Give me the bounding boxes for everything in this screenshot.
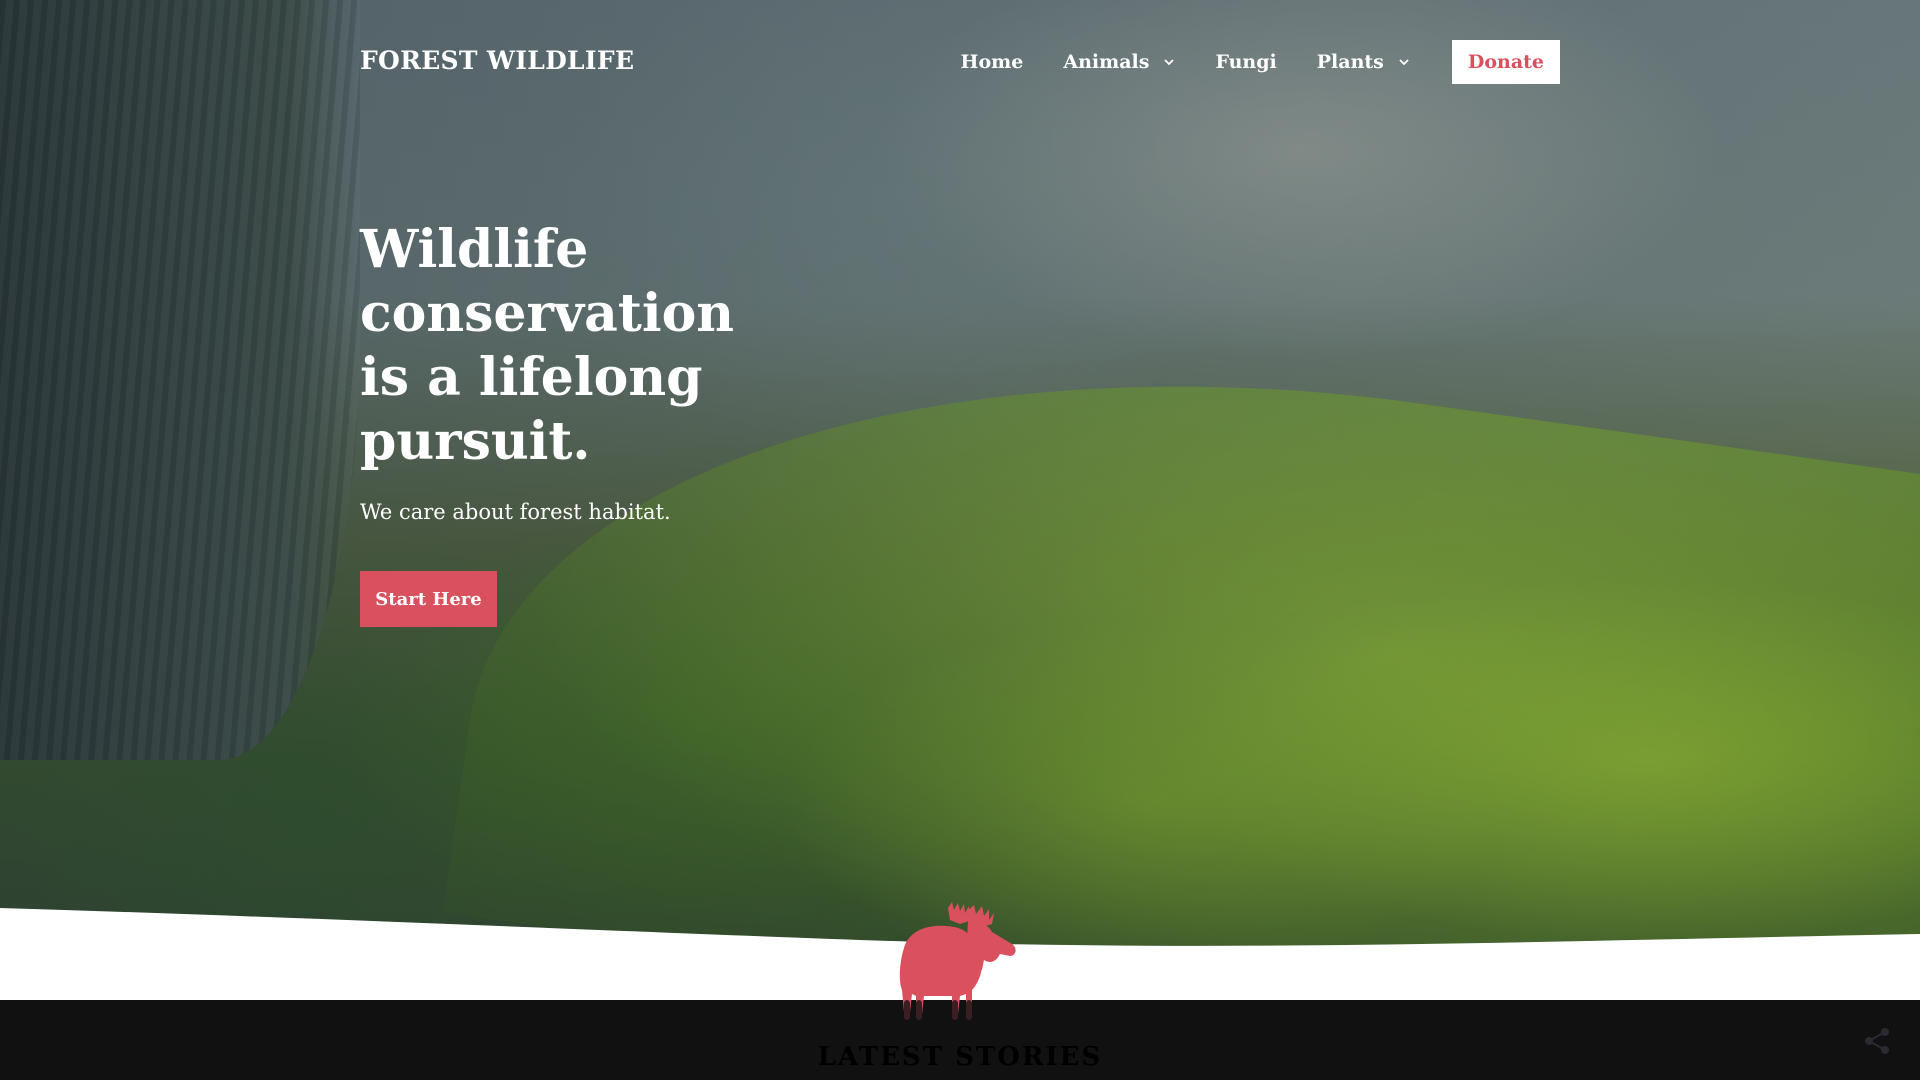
chevron-down-icon: [1164, 59, 1175, 66]
nav-item-animals[interactable]: Animals: [1063, 51, 1175, 73]
moose-icon: [899, 902, 1016, 1020]
nav-item-fungi[interactable]: Fungi: [1215, 51, 1276, 73]
hero-title: Wildlife conservation is a lifelong purs…: [360, 219, 735, 472]
nav-item-label: Fungi: [1215, 51, 1277, 73]
hero-background-image: [0, 0, 1920, 990]
nav-item-plants[interactable]: Plants: [1317, 51, 1410, 73]
hero-overlay: [0, 0, 1920, 990]
nav-item-label: Animals: [1063, 51, 1150, 73]
latest-stories-heading: LATEST STORIES: [817, 1042, 1103, 1072]
main-nav: Home Animals Fungi Plants Donate: [961, 40, 1560, 84]
page: FOREST WILDLIFE Home Animals Fungi Plant…: [0, 0, 1920, 1080]
hero-subtitle: We care about forest habitat.: [360, 500, 671, 524]
nav-item-home[interactable]: Home: [961, 51, 1024, 73]
chevron-down-icon: [1399, 59, 1409, 66]
nav-item-label: Home: [960, 51, 1024, 73]
share-icon[interactable]: [1862, 1026, 1892, 1056]
site-logo[interactable]: FOREST WILDLIFE: [360, 46, 634, 75]
donate-button[interactable]: Donate: [1451, 40, 1560, 84]
start-here-button[interactable]: Start Here: [360, 571, 497, 627]
nav-item-label: Plants: [1316, 51, 1384, 73]
